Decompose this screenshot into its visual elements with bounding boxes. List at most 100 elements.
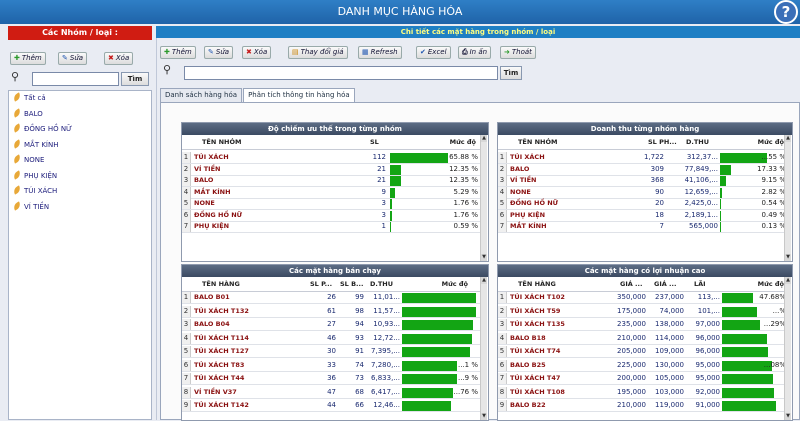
table-row[interactable]: 6 PHỤ KIỆN 18 2,189,1... 0.49 % <box>498 209 786 222</box>
leaf-icon <box>12 169 22 180</box>
table-row[interactable]: 2 BALO 309 77,849,... 17.33 % <box>498 163 786 176</box>
scroll-up-icon[interactable]: ▲ <box>481 135 487 142</box>
print-button[interactable]: ⎙ In ấn <box>458 46 492 59</box>
column-header[interactable]: D.THU <box>686 135 709 150</box>
edit-item-button[interactable]: ✎ Sửa <box>204 46 234 59</box>
table-row[interactable]: 1 TÚI XÁCH 1,722 312,37... ...55 % <box>498 152 786 164</box>
table-row[interactable]: 2 TÚI XÁCH T132 61 98 11,57... <box>182 305 480 318</box>
tree-item[interactable]: Tất cả <box>9 91 151 107</box>
panel-title: Các mặt hàng bán chạy <box>182 265 488 277</box>
column-header[interactable]: TÊN HÀNG <box>518 277 556 292</box>
level-percent: 1.76 % <box>453 199 478 207</box>
row-index: 3 <box>498 175 507 186</box>
table-row[interactable]: 6 ĐỒNG HỒ NỮ 3 1.76 % <box>182 209 480 222</box>
scroll-up-icon[interactable]: ▲ <box>785 135 791 142</box>
tab-item-analysis[interactable]: Phân tích thông tin hàng hóa <box>243 88 355 103</box>
scroll-down-icon[interactable]: ▼ <box>785 254 791 261</box>
table-row[interactable]: 9 TÚI XÁCH T142 44 66 12,46... <box>182 400 480 412</box>
scroll-up-icon[interactable]: ▲ <box>785 277 791 284</box>
column-header[interactable]: LÃI <box>694 277 706 292</box>
change-price-button[interactable]: ▤ Thay đổi giá <box>288 46 348 59</box>
column-header[interactable]: TÊN NHÓM <box>202 135 241 150</box>
column-header[interactable]: SL <box>370 135 379 150</box>
tree-item-label: PHỤ KIỆN <box>24 171 58 180</box>
scroll-down-icon[interactable]: ▼ <box>481 413 487 420</box>
column-header[interactable]: SL P... <box>310 277 332 292</box>
column-header[interactable]: Mức độ <box>432 135 476 150</box>
column-header[interactable]: Mức độ <box>754 277 784 292</box>
refresh-button[interactable]: ▦ Refresh <box>358 46 402 59</box>
vertical-scrollbar[interactable]: ▲ ▼ <box>784 135 791 261</box>
item-search-input[interactable] <box>184 66 498 80</box>
table-row[interactable]: 5 ĐỒNG HỒ NỮ 20 2,425,0... 0.54 % <box>498 198 786 210</box>
column-header[interactable]: SL B... <box>340 277 363 292</box>
table-row[interactable]: 5 NONE 3 1.76 % <box>182 198 480 210</box>
table-row[interactable]: 3 TÚI XÁCH T135 235,000 138,000 97,000 ...29% <box>498 319 786 331</box>
group-search-button[interactable]: Tìm <box>121 72 149 86</box>
column-header[interactable]: TÊN NHÓM <box>518 135 557 150</box>
table-row[interactable]: 7 PHỤ KIỆN 1 0.59 % <box>182 221 480 233</box>
table-row[interactable]: 6 BALO B25 225,000 130,000 95,000 ...08% <box>498 359 786 372</box>
table-row[interactable]: 4 BALO B18 210,000 114,000 96,000 <box>498 332 784 345</box>
qty-sold: 73 <box>355 374 364 382</box>
table-row[interactable]: 9 BALO B22 210,000 119,000 91,000 <box>498 400 784 412</box>
table-row[interactable]: 1 TÚI XÁCH 112 65.88 % <box>182 152 480 164</box>
tree-item[interactable]: TÚI XÁCH <box>9 184 151 200</box>
table-row[interactable]: 2 TÚI XÁCH T59 175,000 74,000 101,......% <box>498 305 786 318</box>
table-row[interactable]: 8 VÍ TIỀN V37 47 68 6,417,... ...76 % <box>182 386 480 399</box>
print-label: In ấn <box>469 48 488 56</box>
table-row[interactable]: 4 MẮT KÍNH 9 5.29 % <box>182 186 480 199</box>
delete-group-button[interactable]: ✖ Xóa <box>104 52 134 65</box>
tree-item[interactable]: BALO <box>9 107 151 123</box>
tree-item[interactable]: ĐỒNG HỒ NỮ <box>9 122 151 138</box>
vertical-scrollbar[interactable]: ▲ ▼ <box>480 277 487 420</box>
tab-item-list[interactable]: Danh sách hàng hóa <box>160 88 243 102</box>
column-header[interactable]: TÊN HÀNG <box>202 277 240 292</box>
column-header[interactable]: Mức độ <box>434 277 468 292</box>
table-row[interactable]: 5 TÚI XÁCH T74 205,000 109,000 96,000 <box>498 346 784 358</box>
table-row[interactable]: 6 TÚI XÁCH T83 33 74 7,280,... ...1 % <box>182 359 480 372</box>
tree-item[interactable]: VÍ TIỀN <box>9 200 151 216</box>
edit-group-button[interactable]: ✎ Sửa <box>58 52 88 65</box>
group-search-input[interactable] <box>32 72 119 86</box>
vertical-scrollbar[interactable]: ▲ ▼ <box>480 135 487 261</box>
table-row[interactable]: 3 BALO 21 12.35 % <box>182 175 480 187</box>
column-header[interactable]: Mức độ <box>750 135 784 150</box>
add-group-button[interactable]: ✚ Thêm <box>10 52 46 65</box>
exit-button[interactable]: ➜ Thoát <box>500 46 536 59</box>
edit-group-label: Sửa <box>69 54 84 62</box>
tree-item[interactable]: NONE <box>9 153 151 169</box>
splitter[interactable] <box>156 38 157 420</box>
column-header[interactable]: D.THU <box>370 277 393 292</box>
table-row[interactable]: 1 TÚI XÁCH T102 350,000 237,000 113,... 47.68… <box>498 292 786 304</box>
add-item-button[interactable]: ✚ Thêm <box>160 46 196 59</box>
help-button[interactable]: ? <box>774 0 798 24</box>
table-row[interactable]: 7 TÚI XÁCH T47 200,000 105,000 95,000 <box>498 373 784 385</box>
table-row[interactable]: 3 BALO B04 27 94 10,93... <box>182 319 480 331</box>
tree-item[interactable]: MẮT KÍNH <box>9 138 151 154</box>
high-profit-panel: Các mặt hàng có lợi nhuận cao TÊN HÀNG GIÁ… <box>497 264 793 421</box>
table-row[interactable]: 8 TÚI XÁCH T108 195,000 103,000 92,000 <box>498 386 784 399</box>
delete-item-button[interactable]: ✖ Xóa <box>242 46 272 59</box>
scroll-down-icon[interactable]: ▼ <box>481 254 487 261</box>
table-row[interactable]: 7 MẮT KÍNH 7 565,000 0.13 % <box>498 221 786 233</box>
revenue: 41,106,... <box>684 176 718 184</box>
excel-button[interactable]: ✔ Excel <box>416 46 451 59</box>
vertical-scrollbar[interactable]: ▲ ▼ <box>784 277 791 420</box>
scroll-up-icon[interactable]: ▲ <box>481 277 487 284</box>
tree-item[interactable]: PHỤ KIỆN <box>9 169 151 185</box>
item-search-button[interactable]: Tìm <box>500 66 522 80</box>
scroll-down-icon[interactable]: ▼ <box>785 413 791 420</box>
column-header[interactable]: SL PH... <box>648 135 677 150</box>
table-row[interactable]: 3 VÍ TIỀN 368 41,106,... 9.15 % <box>498 175 786 187</box>
table-row[interactable]: 5 TÚI XÁCH T127 30 91 7,395,... <box>182 346 480 358</box>
level-bar <box>402 401 452 411</box>
column-header[interactable]: GIÁ ... <box>620 277 642 292</box>
table-row[interactable]: 4 TÚI XÁCH T114 46 93 12,72... <box>182 332 480 345</box>
table-row[interactable]: 1 BALO B01 26 99 11,01... <box>182 292 480 304</box>
table-row[interactable]: 2 VÍ TIỀN 21 12.35 % <box>182 163 480 176</box>
table-row[interactable]: 4 NONE 90 12,659,... 2.82 % <box>498 186 786 199</box>
table-row[interactable]: 7 TÚI XÁCH T44 36 73 6,833,... ...9 % <box>182 373 480 385</box>
item-name: VÍ TIỀN V37 <box>194 387 237 396</box>
column-header[interactable]: GIÁ ... <box>654 277 676 292</box>
